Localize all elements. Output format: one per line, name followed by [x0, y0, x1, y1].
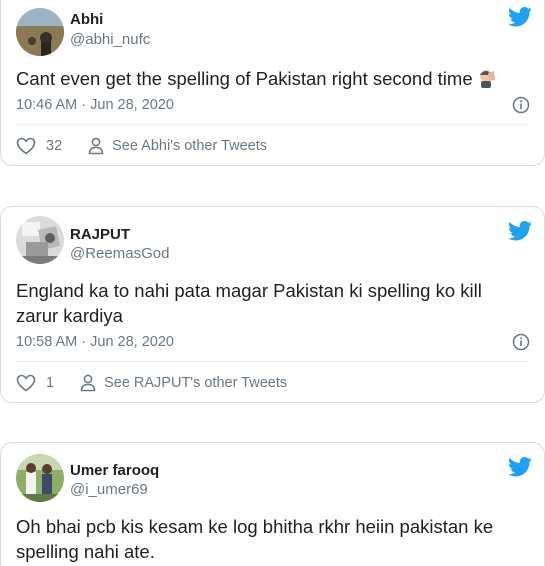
tweet-text-content: Cant even get the spelling of Pakistan r… [16, 68, 473, 89]
author-name[interactable]: Umer farooq [70, 462, 159, 479]
heart-icon[interactable] [16, 137, 36, 155]
like-count[interactable]: 32 [46, 138, 62, 154]
author-handle[interactable]: @ReemasGod [70, 245, 169, 262]
face-palm-emoji [479, 70, 495, 88]
heart-icon[interactable] [16, 374, 36, 392]
twitter-bird-icon[interactable] [508, 457, 532, 477]
avatar[interactable] [16, 454, 64, 502]
see-other-tweets-link[interactable]: See Abhi's other Tweets [112, 138, 267, 154]
divider [16, 361, 529, 362]
author-handle[interactable]: @abhi_nufc [70, 31, 150, 48]
like-count[interactable]: 1 [46, 375, 54, 391]
tweet-text: Oh bhai pcb kis kesam ke log bhitha rkhr… [16, 516, 494, 562]
avatar[interactable] [16, 8, 64, 56]
tweet-timestamp[interactable]: 10:46 AM · Jun 28, 2020 [16, 97, 174, 113]
author-handle[interactable]: @i_umer69 [70, 481, 148, 498]
person-icon[interactable] [88, 137, 104, 155]
tweet-actions: 1 See RAJPUT's other Tweets [16, 374, 287, 392]
info-icon[interactable] [512, 96, 530, 114]
divider [16, 124, 529, 125]
tweet-card[interactable]: Umer farooq @i_umer69 Oh bhai pcb kis ke… [0, 442, 545, 566]
tweet-text: Cant even get the spelling of Pakistan r… [16, 66, 529, 91]
twitter-bird-icon[interactable] [508, 7, 532, 27]
person-icon[interactable] [80, 374, 96, 392]
tweet-card[interactable]: Abhi @abhi_nufc Cant even get the spelli… [0, 0, 545, 166]
tweet-timestamp[interactable]: 10:58 AM · Jun 28, 2020 [16, 334, 174, 350]
twitter-bird-icon[interactable] [508, 221, 532, 241]
avatar[interactable] [16, 216, 64, 264]
tweet-text: England ka to nahi pata magar Pakistan k… [16, 280, 482, 326]
author-name[interactable]: RAJPUT [70, 226, 130, 243]
info-icon[interactable] [512, 333, 530, 351]
tweet-actions: 32 See Abhi's other Tweets [16, 137, 267, 155]
tweet-card[interactable]: RAJPUT @ReemasGod England ka to nahi pat… [0, 206, 545, 403]
see-other-tweets-link[interactable]: See RAJPUT's other Tweets [104, 375, 287, 391]
author-name[interactable]: Abhi [70, 11, 103, 28]
